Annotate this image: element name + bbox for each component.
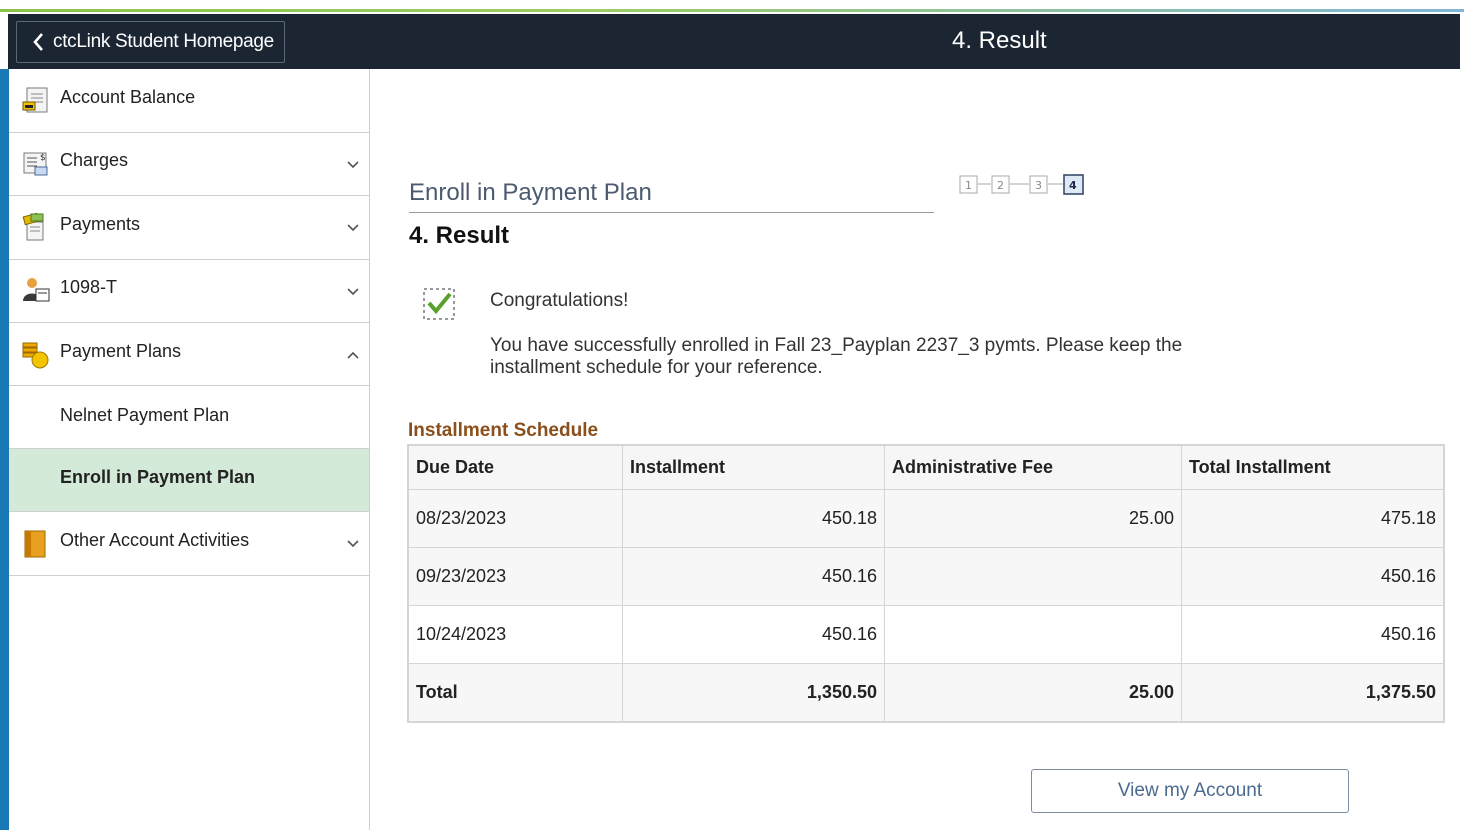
chevron-up-icon [347,351,359,359]
title-divider [409,212,934,213]
sidebar: Account Balance $ Charges Payments 1098-… [9,69,370,830]
cell-total-installment: 475.18 [1380,508,1436,528]
installment-schedule-table: Due Date Installment Administrative Fee … [407,444,1445,723]
step-4-label: 4 [1069,179,1077,192]
sidebar-item-charges[interactable]: $ Charges [9,133,369,196]
cell-grand-total: 1,375.50 [1365,682,1436,702]
chevron-down-icon [347,540,359,548]
cell-administrative-fee [885,606,1182,663]
table-header-row: Due Date Installment Administrative Fee … [409,446,1443,490]
chevron-down-icon [347,161,359,169]
chevron-down-icon [347,288,359,296]
sidebar-item-label: 1098-T [60,277,118,297]
sidebar-item-label: Nelnet Payment Plan [60,405,230,425]
column-header-due-date: Due Date [409,446,623,489]
congratulations-text: Congratulations! [490,290,629,311]
sidebar-item-label: Enroll in Payment Plan [60,467,256,487]
sidebar-item-other-account-activities[interactable]: Other Account Activities [9,512,369,576]
sidebar-item-payment-plans[interactable]: Payment Plans [9,323,369,386]
table-total-row: Total 1,350.50 25.00 1,375.50 [409,664,1443,721]
sidebar-item-1098-t[interactable]: 1098-T [9,260,369,323]
top-accent-strip [0,0,1464,14]
sidebar-item-label: Other Account Activities [60,530,250,550]
cell-installment: 450.16 [623,548,885,605]
payments-icon [22,212,44,241]
step-3: 3 [1029,175,1048,194]
column-header-total-installment: Total Installment [1189,457,1331,477]
cell-total-label: Total [409,664,623,721]
sidebar-item-account-balance[interactable]: Account Balance [9,69,369,133]
table-row: 08/23/2023 450.18 25.00 475.18 [409,490,1443,548]
back-button-label: ctcLink Student Homepage [53,31,274,52]
view-my-account-button[interactable]: View my Account [1031,769,1349,813]
cell-total-installment: 450.16 [1380,624,1436,644]
sidebar-item-label: Charges [60,150,129,170]
other-activities-icon [24,530,46,558]
chevron-down-icon [347,224,359,232]
step-4-current: 4 [1063,174,1084,195]
cell-total-admin-fee: 25.00 [885,664,1182,721]
main-content: Enroll in Payment Plan 1 2 3 4 4. Result… [371,69,1460,830]
back-to-homepage-button[interactable]: ctcLink Student Homepage [16,21,285,63]
installment-schedule-title: Installment Schedule [408,420,599,441]
step-2-label: 2 [997,179,1004,192]
table-row: 09/23/2023 450.16 450.16 [409,548,1443,606]
left-edge-bar [0,69,9,830]
cell-due-date: 09/23/2023 [409,548,623,605]
plan-title: Enroll in Payment Plan [409,179,652,206]
success-check-icon [423,288,455,320]
step-title: 4. Result [409,222,510,249]
cell-due-date: 10/24/2023 [409,606,623,663]
cell-administrative-fee [885,548,1182,605]
payment-plans-icon [22,342,49,369]
sidebar-item-label: Payment Plans [60,341,182,361]
column-header-administrative-fee: Administrative Fee [885,446,1182,489]
sidebar-item-enroll-in-payment-plan[interactable]: Enroll in Payment Plan [9,449,369,512]
svg-text:$: $ [40,153,46,163]
cell-total-installment: 450.16 [1380,566,1436,586]
cell-due-date: 08/23/2023 [409,490,623,547]
tax-form-icon [23,278,50,302]
step-3-label: 3 [1035,179,1042,192]
cell-installment: 450.18 [623,490,885,547]
charges-icon: $ [23,152,48,176]
step-1: 1 [959,175,978,194]
column-header-installment: Installment [623,446,885,489]
cell-total-installment-sum: 1,350.50 [623,664,885,721]
cell-installment: 450.16 [623,606,885,663]
sidebar-item-nelnet-payment-plan[interactable]: Nelnet Payment Plan [9,386,369,449]
step-indicator: 1 2 3 4 [959,174,1084,195]
step-1-label: 1 [965,179,972,192]
cell-administrative-fee: 25.00 [885,490,1182,547]
page-header: ctcLink Student Homepage 4. Result [8,14,1460,69]
table-row: 10/24/2023 450.16 450.16 [409,606,1443,664]
chevron-left-icon [33,33,43,51]
page-title: 4. Result [952,27,1047,54]
sidebar-item-label: Account Balance [60,87,196,107]
success-message: You have successfully enrolled in Fall 2… [490,335,1183,378]
account-balance-icon [22,87,48,113]
sidebar-item-payments[interactable]: Payments [9,196,369,260]
step-2: 2 [991,175,1010,194]
sidebar-item-label: Payments [60,214,141,234]
